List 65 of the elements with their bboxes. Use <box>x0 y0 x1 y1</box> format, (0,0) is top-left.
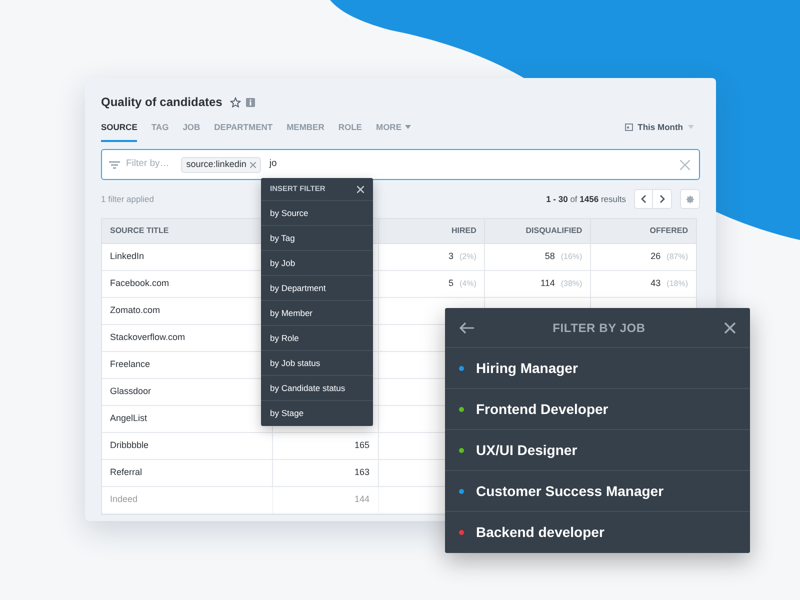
filter-input[interactable]: jo <box>269 157 310 172</box>
chevron-right-icon <box>660 195 664 203</box>
source-name: LinkedIn <box>110 250 144 264</box>
table-cell-text: 144 <box>354 493 370 506</box>
close-icon[interactable] <box>724 322 736 334</box>
back-arrow-icon[interactable] <box>459 322 474 334</box>
tab[interactable]: SOURCE <box>101 121 138 142</box>
percentage-text: (16%) <box>560 251 582 263</box>
percentage-text: (38%) <box>560 278 582 290</box>
report-title: Quality of candidates <box>101 94 222 111</box>
filter-placeholder: Filter by… <box>126 157 170 172</box>
source-name: Facebook.com <box>110 277 170 290</box>
table-cell-text: 58 <box>544 250 555 264</box>
menu-item[interactable]: by Job status <box>261 351 373 376</box>
panel-title: FILTER BY JOB <box>552 320 646 336</box>
source-name: Glassdoor <box>110 385 152 398</box>
column-header[interactable]: OFFERED <box>650 225 688 237</box>
percentage-text: (87%) <box>666 251 688 263</box>
menu-item[interactable]: by Tag <box>261 226 373 251</box>
source-name: Zomato.com <box>110 304 160 318</box>
source-name: Indeed <box>110 493 138 506</box>
table-cell-text: 163 <box>354 466 370 480</box>
column-header[interactable]: SOURCE TITLE <box>110 225 169 237</box>
job-option[interactable]: Customer Success Manager <box>445 471 750 512</box>
star-icon[interactable] <box>230 96 242 108</box>
percentage-text: (4%) <box>459 278 476 290</box>
menu-item[interactable]: by Department <box>261 276 373 301</box>
table-cell-text: 26 <box>650 250 661 264</box>
source-name: Freelance <box>110 358 150 372</box>
table-cell-text: 114 <box>540 277 555 290</box>
source-name: Stackoverflow.com <box>110 331 186 344</box>
job-option[interactable]: Hiring Manager <box>445 348 750 389</box>
job-option[interactable]: Frontend Developer <box>445 389 750 430</box>
menu-item[interactable]: by Job <box>261 251 373 276</box>
menu-item[interactable]: by Source <box>261 201 373 226</box>
source-name: Referral <box>110 466 142 480</box>
gear-icon <box>686 194 694 204</box>
table-cell-text: 5 <box>448 277 454 290</box>
menu-item[interactable]: by Member <box>261 301 373 326</box>
menu-item[interactable]: by Stage <box>261 401 373 426</box>
menu-item[interactable]: by Candidate status <box>261 376 373 401</box>
calendar-icon <box>624 123 633 132</box>
source-name: AngelList <box>110 412 148 426</box>
close-icon[interactable] <box>357 186 364 192</box>
filter-field[interactable]: Filter by… source:linkedin jo <box>101 149 700 180</box>
results-count: 1 - 30 of 1456 results <box>546 192 626 206</box>
table-cell-text: 165 <box>354 439 370 452</box>
column-header[interactable]: HIRED <box>451 225 476 237</box>
caret-icon <box>405 125 412 130</box>
filter-chip[interactable]: source:linkedin <box>181 156 262 172</box>
table-cell-text: 3 <box>448 250 454 264</box>
caret-icon <box>688 125 694 130</box>
percentage-text: (18%) <box>666 278 688 290</box>
filter-icon <box>109 160 120 168</box>
menu-item[interactable]: by Role <box>261 326 373 351</box>
job-option[interactable]: Backend developer <box>445 512 750 553</box>
filters-applied-text: 1 filter applied <box>101 192 154 206</box>
table-cell-text: 43 <box>650 277 661 290</box>
chevron-left-icon <box>641 195 646 203</box>
column-header[interactable]: DISQUALIFIED <box>526 225 582 237</box>
percentage-text: (2%) <box>459 251 476 263</box>
job-option[interactable]: UX/UI Designer <box>445 430 750 471</box>
date-range-dropdown[interactable]: This Month <box>624 121 694 134</box>
source-name: Dribbbble <box>110 439 149 452</box>
info-icon[interactable] <box>246 98 256 106</box>
